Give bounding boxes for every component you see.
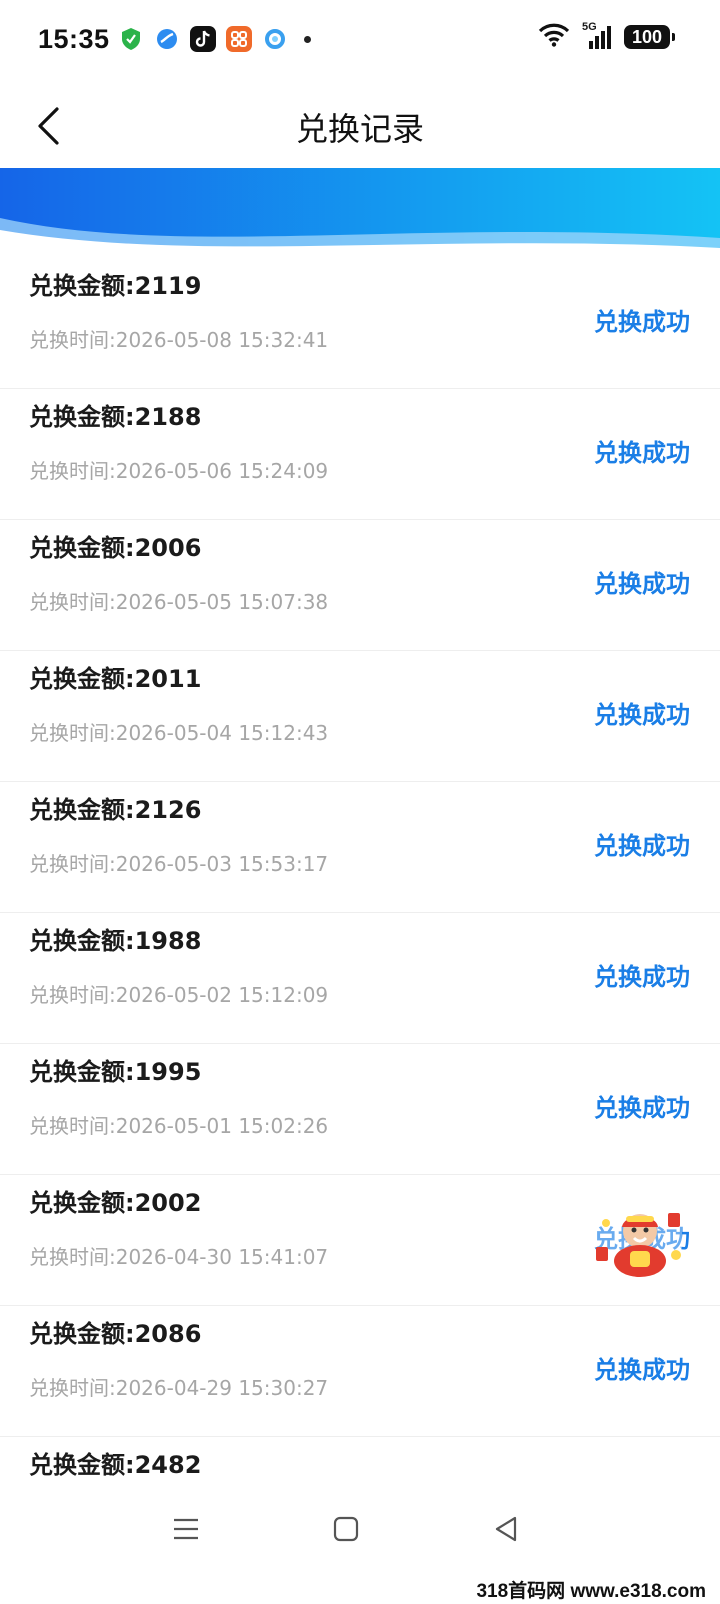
- wifi-icon: [538, 22, 570, 52]
- shield-icon: [118, 26, 144, 52]
- record-amount: 兑换金额:1995: [29, 1058, 202, 1086]
- record-amount: 兑换金额:2086: [29, 1320, 202, 1348]
- record-time: 兑换时间:2026-05-02 15:12:09: [29, 983, 329, 1007]
- record-row[interactable]: 兑换金额:2126 兑换时间:2026-05-03 15:53:17 兑换成功: [0, 782, 720, 913]
- record-time: 兑换时间:2026-05-08 15:32:41: [29, 328, 329, 352]
- battery-indicator: 100: [624, 25, 675, 49]
- record-amount: 兑换金额:1988: [29, 927, 202, 955]
- record-amount: 兑换金额:2006: [29, 534, 202, 562]
- record-status: 兑换成功: [594, 570, 690, 598]
- home-square-icon: [333, 1516, 359, 1542]
- record-row[interactable]: 兑换金额:2006 兑换时间:2026-05-05 15:07:38 兑换成功: [0, 520, 720, 651]
- ring-icon: [262, 26, 288, 52]
- app-grid-icon: [226, 26, 252, 52]
- page-title: 兑换记录: [295, 110, 424, 148]
- system-navigation-bar: [0, 1490, 720, 1564]
- record-time: 兑换时间:2026-05-03 15:53:17: [29, 852, 329, 876]
- record-row[interactable]: 兑换金额:2086 兑换时间:2026-04-29 15:30:27 兑换成功: [0, 1306, 720, 1437]
- menu-nav-button[interactable]: [166, 1512, 206, 1546]
- record-row[interactable]: 兑换金额:2011 兑换时间:2026-05-04 15:12:43 兑换成功: [0, 651, 720, 782]
- tiktok-icon: [190, 26, 216, 52]
- back-nav-button[interactable]: [486, 1512, 526, 1546]
- record-status: 兑换成功: [594, 308, 690, 336]
- record-status: 兑换成功: [594, 701, 690, 729]
- record-amount: 兑换金额:2002: [29, 1189, 202, 1217]
- menu-icon: [174, 1518, 198, 1540]
- browser-icon: [154, 26, 180, 52]
- record-row[interactable]: 兑换金额:1988 兑换时间:2026-05-02 15:12:09 兑换成功: [0, 913, 720, 1044]
- home-nav-button[interactable]: [326, 1512, 366, 1546]
- record-row[interactable]: 兑换金额:2002 兑换时间:2026-04-30 15:41:07 兑换成功: [0, 1175, 720, 1306]
- record-status: 兑换成功: [594, 963, 690, 991]
- record-row[interactable]: 兑换金额:2188 兑换时间:2026-05-06 15:24:09 兑换成功: [0, 389, 720, 520]
- record-time: 兑换时间:2026-05-04 15:12:43: [29, 721, 329, 745]
- floating-mascot-icon[interactable]: [590, 1207, 690, 1283]
- record-amount: 兑换金额:2188: [29, 403, 202, 431]
- record-status: 兑换成功: [594, 1356, 690, 1384]
- record-row[interactable]: 兑换金额:2119 兑换时间:2026-05-08 15:32:41 兑换成功: [0, 258, 720, 389]
- record-status: 兑换成功: [594, 1094, 690, 1122]
- record-status: 兑换成功: [594, 832, 690, 860]
- record-amount: 兑换金额:2119: [29, 272, 202, 300]
- header-banner: [0, 168, 720, 258]
- record-time: 兑换时间:2026-05-01 15:02:26: [29, 1114, 329, 1138]
- signal-icon: 5G: [582, 21, 612, 51]
- notification-icons: [118, 26, 311, 52]
- record-time: 兑换时间:2026-04-29 15:30:27: [29, 1376, 329, 1400]
- record-amount: 兑换金额:2011: [29, 665, 202, 693]
- record-amount: 兑换金额:2482: [29, 1451, 202, 1479]
- site-watermark: 318首码网 www.e318.com: [476, 1581, 706, 1602]
- record-time: 兑换时间:2026-05-06 15:24:09: [29, 459, 329, 483]
- triangle-back-icon: [495, 1516, 517, 1542]
- record-time: 兑换时间:2026-05-05 15:07:38: [29, 590, 329, 614]
- more-notifications-dot: [304, 35, 311, 43]
- system-icons: 5G 100: [538, 21, 675, 52]
- status-bar: 15:35 5G 100: [0, 0, 720, 84]
- record-row[interactable]: 兑换金额:1995 兑换时间:2026-05-01 15:02:26 兑换成功: [0, 1044, 720, 1175]
- record-time: 兑换时间:2026-04-30 15:41:07: [29, 1245, 329, 1269]
- record-status: 兑换成功: [594, 439, 690, 467]
- exchange-record-list: 兑换金额:2119 兑换时间:2026-05-08 15:32:41 兑换成功 …: [0, 258, 720, 1567]
- title-bar: 兑换记录: [0, 84, 720, 170]
- record-amount: 兑换金额:2126: [29, 796, 202, 824]
- status-time: 15:35: [38, 24, 110, 54]
